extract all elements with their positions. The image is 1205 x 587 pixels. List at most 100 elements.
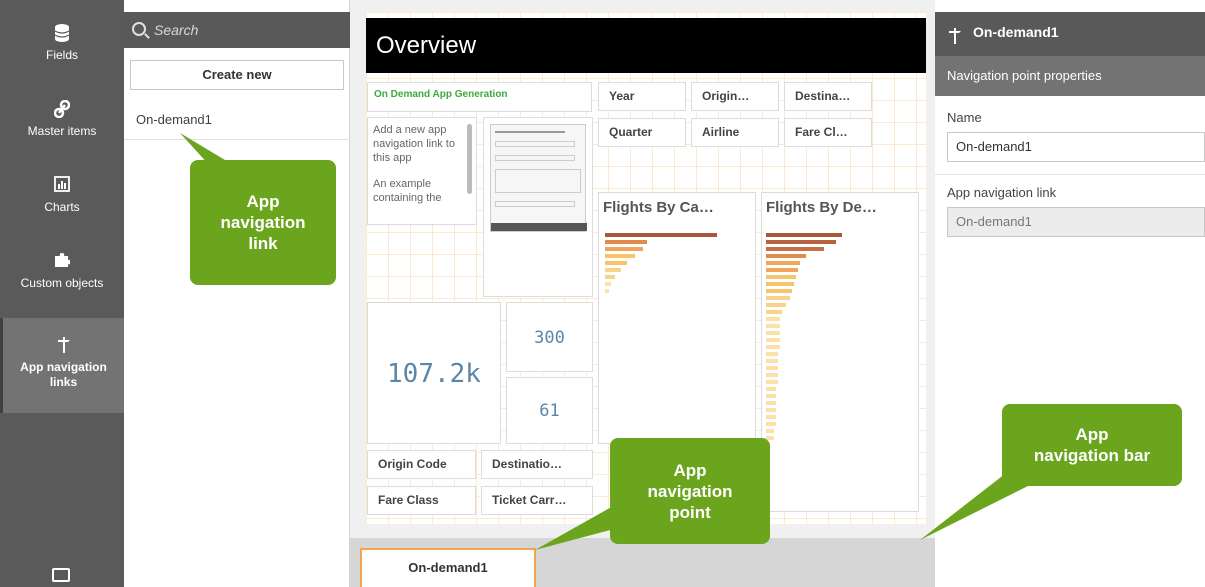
chart-bar [766, 303, 786, 307]
create-new-button[interactable]: Create new [130, 60, 344, 90]
chart-bar [605, 261, 627, 265]
scrollbar[interactable] [467, 124, 472, 194]
chart-bar [766, 380, 778, 384]
app-gen-title: On Demand App Generation [374, 89, 508, 100]
app-gen-text-2: An example containing the [373, 178, 442, 204]
name-field[interactable]: On-demand1 [947, 132, 1205, 162]
kpi-value[interactable]: 61 [506, 377, 593, 444]
callout-line: App [1075, 425, 1109, 444]
divider [124, 139, 350, 140]
filter-pane[interactable]: Quarter [598, 118, 686, 147]
chart-title: Flights By De… [766, 199, 877, 216]
chart-bar [766, 261, 800, 265]
callout-app-navigation-link: App navigation link [190, 160, 336, 285]
chart-title: Flights By Ca… [603, 199, 714, 216]
divider [935, 174, 1205, 175]
chart-bar [766, 247, 824, 251]
app-navigation-point[interactable]: On-demand1 [360, 548, 536, 587]
bar-chart-carrier[interactable]: Flights By Ca… [598, 192, 756, 444]
chart-bar [605, 282, 611, 286]
callout-line: navigation [220, 213, 306, 232]
chart-bar [766, 317, 780, 321]
filter-pane[interactable]: Year [598, 82, 686, 111]
filter-pane[interactable]: Origin… [691, 82, 779, 111]
chart-bar [766, 296, 790, 300]
sidebar-item-master-items[interactable]: Master items [0, 99, 124, 138]
callout-line: App [246, 192, 280, 211]
callout-line: navigation bar [1033, 446, 1151, 465]
asset-sidebar: Fields Master items Charts Custom object… [0, 0, 124, 587]
chart-bar [766, 282, 794, 286]
chart-bar [766, 310, 782, 314]
chart-bar [766, 352, 778, 356]
filter-pane[interactable]: Fare Class [367, 486, 476, 515]
app-gen-title-box[interactable]: On Demand App Generation [367, 82, 592, 112]
chart-bar [766, 345, 780, 349]
callout-line: point [669, 502, 711, 522]
search-icon [132, 22, 146, 36]
properties-header: On-demand1 [935, 12, 1205, 56]
chart-bar [766, 338, 780, 342]
database-icon [0, 24, 124, 44]
chart-bar [766, 373, 778, 377]
preview-footer [491, 223, 587, 231]
chart-bar [766, 254, 806, 258]
chart-bar [766, 366, 778, 370]
bar-chart-icon [0, 176, 124, 196]
chart-bar [605, 240, 647, 244]
filter-pane[interactable]: Destina… [784, 82, 872, 111]
callout-app-navigation-bar: App navigation bar [1002, 404, 1182, 486]
page-title: Overview [366, 18, 926, 73]
preview-field [495, 169, 581, 193]
chart-bar [605, 247, 643, 251]
properties-title: On-demand1 [973, 24, 1059, 40]
chart-bar [766, 268, 798, 272]
chart-bar [605, 275, 615, 279]
chart-bar [766, 359, 778, 363]
chart-bar [766, 387, 776, 391]
preview-field [495, 141, 575, 147]
sidebar-item-label: App navigation links [20, 360, 107, 389]
list-item[interactable]: On-demand1 [136, 112, 212, 127]
name-label: Name [947, 110, 982, 125]
sidebar-item-charts[interactable]: Charts [0, 176, 124, 214]
callout-line: navigation [647, 481, 733, 501]
app-gen-preview [483, 117, 593, 297]
kpi-main[interactable]: 107.2k [367, 302, 501, 444]
properties-section-title: Navigation point properties [935, 56, 1205, 96]
app-gen-text-box[interactable]: Add a new app navigation link to this ap… [367, 117, 477, 225]
callout-line: App [673, 460, 707, 480]
chart-bar [766, 394, 776, 398]
chart-bar [605, 233, 717, 237]
puzzle-icon [0, 252, 124, 272]
variables-icon[interactable] [52, 568, 70, 582]
callout-app-navigation-point: App navigation point [610, 438, 770, 544]
preview-line [495, 131, 565, 133]
chart-bar [766, 401, 776, 405]
chart-bar [766, 233, 842, 237]
chart-bar [766, 324, 780, 328]
bar-chart-destination[interactable]: Flights By De… [761, 192, 919, 512]
filter-pane[interactable]: Origin Code [367, 450, 476, 479]
sidebar-item-app-navigation-links[interactable]: App navigation links [0, 318, 124, 413]
chart-bar [766, 289, 792, 293]
filter-pane[interactable]: Ticket Carr… [481, 486, 593, 515]
callout-line: link [248, 234, 278, 253]
app-navigation-link-field[interactable]: On-demand1 [947, 207, 1205, 237]
chart-bar [605, 289, 609, 293]
search-input[interactable]: Search [124, 12, 350, 48]
filter-pane[interactable]: Destinatio… [481, 450, 593, 479]
assets-panel: Search Create new On-demand1 [124, 0, 350, 587]
preview-field [495, 155, 575, 161]
signpost-icon [3, 336, 124, 356]
chart-bar [766, 429, 774, 433]
kpi-value[interactable]: 300 [506, 302, 593, 372]
chart-bar [766, 331, 780, 335]
filter-pane[interactable]: Fare Cl… [784, 118, 872, 147]
chart-bar [766, 422, 776, 426]
link-icon [0, 99, 124, 120]
filter-pane[interactable]: Airline [691, 118, 779, 147]
sidebar-item-custom-objects[interactable]: Custom objects [0, 252, 124, 290]
preview-field [495, 201, 575, 207]
sidebar-item-fields[interactable]: Fields [0, 24, 124, 62]
